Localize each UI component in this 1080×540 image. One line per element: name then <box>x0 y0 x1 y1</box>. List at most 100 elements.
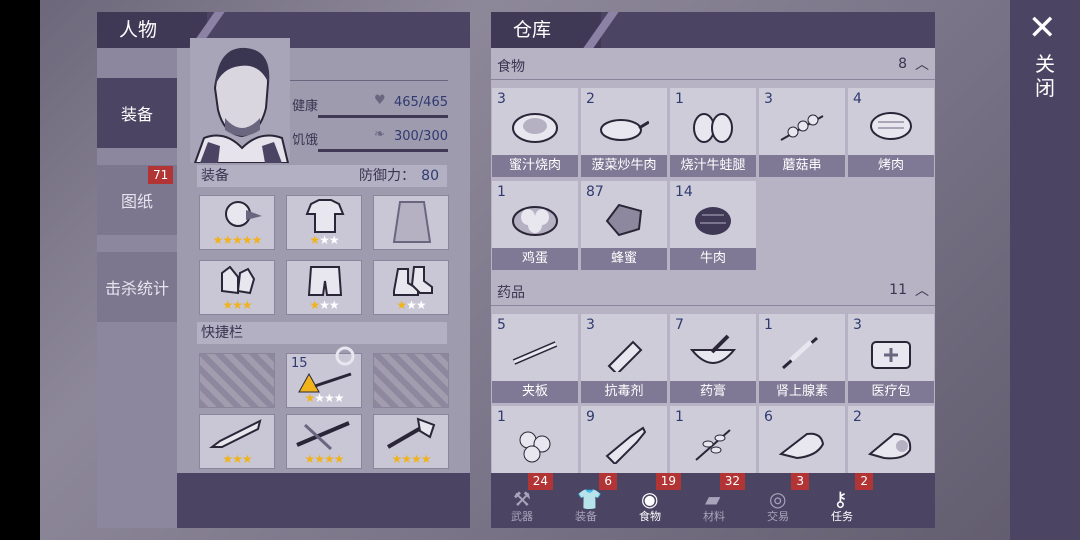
rating-stars: ★★★★ <box>391 452 431 466</box>
medicine-group-header[interactable]: 药品 11 ︿ <box>491 276 935 306</box>
category-label: 武器 <box>511 510 533 523</box>
equip-slot-cloak[interactable] <box>373 195 449 250</box>
medicine-group-count: 11 <box>889 282 907 298</box>
equip-slot-body[interactable]: ★★★ <box>286 195 362 250</box>
item-name: 抗毒剂 <box>581 381 667 403</box>
tab-equipment[interactable]: 装备 <box>97 78 177 148</box>
chevron-up-icon[interactable]: ︿ <box>915 280 929 300</box>
item-quantity: 7 <box>675 317 684 333</box>
category-bar: ⚒ 武器 24 👕 装备 6 ◉ 食物 19 ▰ 材料 32 ◎ 交易 3 ⚷ 任务 2 <box>491 473 935 528</box>
category-badge: 2 <box>855 473 873 490</box>
character-footer <box>177 473 470 528</box>
quickbar-slot-locked <box>373 353 449 408</box>
stomach-icon: ❧ <box>374 127 385 142</box>
divider <box>290 80 448 81</box>
category-equipment[interactable]: 👕 装备 6 <box>555 473 617 528</box>
category-quest[interactable]: ⚷ 任务 2 <box>811 473 873 528</box>
category-weapons[interactable]: ⚒ 武器 24 <box>491 473 553 528</box>
quickbar-slot-torch[interactable]: 15 ★★★★ <box>286 346 362 408</box>
food-item[interactable]: 1 鸡蛋 <box>492 181 578 270</box>
rating-stars: ★★★ <box>396 298 426 312</box>
chevron-up-icon[interactable]: ︿ <box>915 54 929 74</box>
honeycomb-icon <box>605 203 643 237</box>
food-item[interactable]: 1 烧汁牛蛙腿 <box>670 88 756 177</box>
item-quantity: 6 <box>764 409 773 425</box>
category-food[interactable]: ◉ 食物 19 <box>619 473 681 528</box>
medicine-item[interactable]: 5 夹板 <box>492 314 578 403</box>
divider <box>491 305 935 306</box>
medicine-item[interactable]: 1 <box>670 406 756 473</box>
crossbow-icon <box>296 421 350 451</box>
rating-stars: ★★★ <box>222 452 252 466</box>
item-quantity: 1 <box>675 409 684 425</box>
medicine-item[interactable]: 1 <box>492 406 578 473</box>
item-quantity: 87 <box>586 184 604 200</box>
food-group-header[interactable]: 食物 8 ︿ <box>491 50 935 80</box>
quickbar-slot-locked <box>199 353 275 408</box>
equip-slot-legs[interactable]: ★★★ <box>286 260 362 315</box>
hunger-bar <box>318 149 448 152</box>
medicine-group-label: 药品 <box>497 285 525 301</box>
category-badge: 32 <box>719 473 745 490</box>
raw-beef-icon <box>695 207 731 235</box>
tab-kill-stats[interactable]: 击杀统计 <box>97 252 177 322</box>
item-name: 烤肉 <box>848 155 934 177</box>
medicine-item[interactable]: 9 <box>581 406 667 473</box>
medkit-icon <box>871 341 911 369</box>
item-quantity: 3 <box>586 317 595 333</box>
medicine-item[interactable]: 3 医疗包 <box>848 314 934 403</box>
food-item[interactable]: 14 牛肉 <box>670 181 756 270</box>
medicine-item[interactable]: 3 抗毒剂 <box>581 314 667 403</box>
quickbar-section: 快捷栏 <box>197 322 447 344</box>
item-quantity: 9 <box>586 409 595 425</box>
equip-slot-feet[interactable]: ★★★ <box>373 260 449 315</box>
item-quantity: 4 <box>853 91 862 107</box>
equip-slot-head[interactable]: ★★★★★ <box>199 195 275 250</box>
quickbar-slot-crossbow[interactable]: ★★★★ <box>286 414 362 469</box>
bandage-icon <box>778 432 825 460</box>
axe-icon <box>386 417 436 449</box>
quickbar-slot-axe[interactable]: ★★★★ <box>373 414 449 469</box>
swap-icon[interactable] <box>333 344 357 368</box>
food-item[interactable]: 3 蘑菇串 <box>759 88 845 177</box>
item-name: 医疗包 <box>848 381 934 403</box>
equipment-section: 装备 防御力： 80 <box>197 165 447 187</box>
mortar-icon <box>689 334 737 364</box>
medicine-item[interactable]: 6 <box>759 406 845 473</box>
category-trade[interactable]: ◎ 交易 3 <box>747 473 809 528</box>
medicine-item[interactable]: 1 肾上腺素 <box>759 314 845 403</box>
coat-icon <box>392 201 432 243</box>
game-screen: 人物 装备 图纸 71 击杀统计 健康 ♥ 465/465 饥饿 ❧ 300/3… <box>0 0 1080 540</box>
equip-slot-hands[interactable]: ★★★ <box>199 260 275 315</box>
category-label: 材料 <box>703 510 725 523</box>
equipment-label: 装备 <box>201 168 229 184</box>
category-badge: 6 <box>599 473 617 490</box>
item-quantity: 14 <box>675 184 693 200</box>
rating-stars: ★★★★★ <box>212 233 263 247</box>
item-quantity: 2 <box>853 409 862 425</box>
item-name: 蘑菇串 <box>759 155 845 177</box>
defense-value: 80 <box>421 168 439 184</box>
splint-icon <box>512 341 558 365</box>
food-item[interactable]: 4 烤肉 <box>848 88 934 177</box>
item-name: 烧汁牛蛙腿 <box>670 155 756 177</box>
close-button[interactable]: 关闭 <box>1032 52 1058 100</box>
herb-leaves-icon <box>519 431 551 463</box>
category-materials[interactable]: ▰ 材料 32 <box>683 473 745 528</box>
rating-stars: ★★★★ <box>304 391 344 405</box>
close-icon[interactable]: ✕ <box>1028 8 1057 48</box>
health-label: 健康 <box>292 99 319 114</box>
rating-stars: ★★★ <box>309 298 339 312</box>
item-quantity: 1 <box>497 184 506 200</box>
item-name: 菠菜炒牛肉 <box>581 155 667 177</box>
food-item[interactable]: 3 蜜汁烧肉 <box>492 88 578 177</box>
eggs-icon <box>512 206 558 236</box>
item-name: 药膏 <box>670 381 756 403</box>
medicine-item[interactable]: 2 <box>848 406 934 473</box>
quickbar-slot-machete[interactable]: ★★★ <box>199 414 275 469</box>
medicine-item[interactable]: 7 药膏 <box>670 314 756 403</box>
food-group-count: 8 <box>898 56 907 72</box>
rating-stars: ★★★★ <box>304 452 344 466</box>
food-item[interactable]: 87 蜂蜜 <box>581 181 667 270</box>
food-item[interactable]: 2 菠菜炒牛肉 <box>581 88 667 177</box>
